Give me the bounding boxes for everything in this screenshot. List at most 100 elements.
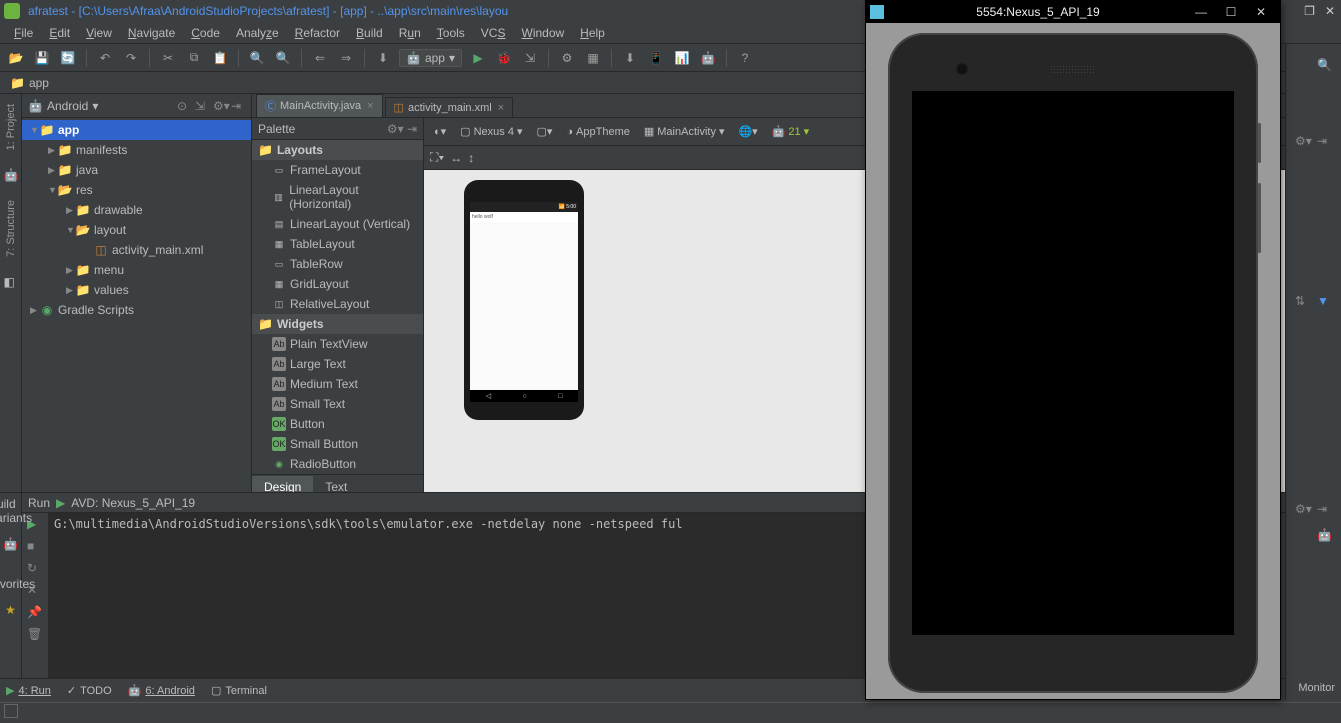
stop-icon[interactable]: ■	[27, 539, 43, 555]
hide-icon[interactable]: ⇥	[407, 122, 417, 136]
activity-selector[interactable]: ▦ MainActivity▾	[640, 123, 729, 140]
palette-category-widgets[interactable]: 📁Widgets	[252, 314, 423, 334]
close-icon[interactable]: ×	[498, 102, 504, 114]
breadcrumb-item[interactable]: 📁 app	[6, 76, 53, 90]
device-selector[interactable]: ▢ Nexus 4▾	[456, 123, 526, 140]
tab-build-variants[interactable]: Build Variants	[0, 497, 32, 525]
funnel-icon[interactable]: ▼	[1317, 294, 1333, 310]
menu-analyze[interactable]: Analyze	[230, 24, 285, 42]
menu-code[interactable]: Code	[185, 24, 226, 42]
menu-file[interactable]: File	[8, 24, 39, 42]
paste-icon[interactable]: 📋	[210, 48, 230, 68]
tab-todo[interactable]: ✓TODO	[67, 684, 112, 697]
minimize-icon[interactable]: —	[1186, 5, 1216, 19]
run-icon[interactable]: ▶	[468, 48, 488, 68]
tree-node-app[interactable]: ▼📁app	[22, 120, 251, 140]
undo-icon[interactable]: ↶	[95, 48, 115, 68]
highlight-icon[interactable]: ◐▾	[430, 123, 450, 140]
palette-item-radiobutton[interactable]: ◉RadioButton	[252, 454, 423, 474]
structure-icon[interactable]: ◧	[4, 275, 18, 289]
debug-icon[interactable]: 🐞	[494, 48, 514, 68]
palette-item-mediumtext[interactable]: AbMedium Text	[252, 374, 423, 394]
gear-icon[interactable]: ⚙▾	[1295, 502, 1311, 518]
tree-node-manifests[interactable]: ▶📁manifests	[22, 140, 251, 160]
find-icon[interactable]: 🔍	[247, 48, 267, 68]
palette-item-textview[interactable]: AbPlain TextView	[252, 334, 423, 354]
palette-item-gridlayout[interactable]: ▦GridLayout	[252, 274, 423, 294]
scroll-from-source-icon[interactable]: ⊙	[177, 99, 191, 113]
tree-node-res[interactable]: ▼📂res	[22, 180, 251, 200]
tree-node-activity-main[interactable]: ◫activity_main.xml	[22, 240, 251, 260]
menu-build[interactable]: Build	[350, 24, 389, 42]
play-icon[interactable]: ▶	[56, 496, 65, 510]
palette-item-tablerow[interactable]: ▭TableRow	[252, 254, 423, 274]
emulator-titlebar[interactable]: 5554:Nexus_5_API_19 — ☐ ✕	[866, 1, 1280, 23]
tree-node-menu[interactable]: ▶📁menu	[22, 260, 251, 280]
star-icon[interactable]: ★	[5, 603, 16, 617]
menu-view[interactable]: View	[80, 24, 118, 42]
filter-icon[interactable]: ⇅	[1295, 294, 1311, 310]
close-icon[interactable]: ✕	[1325, 4, 1335, 18]
redo-icon[interactable]: ↷	[121, 48, 141, 68]
close-icon[interactable]: ✕	[1246, 5, 1276, 19]
menu-run[interactable]: Run	[393, 24, 427, 42]
menu-refactor[interactable]: Refactor	[289, 24, 346, 42]
emulator-screen[interactable]	[912, 91, 1234, 635]
tab-android[interactable]: 🤖6: Android	[128, 684, 195, 697]
close-icon[interactable]: ×	[367, 100, 373, 112]
tab-monitor[interactable]: Monitor	[1298, 682, 1335, 694]
wrap-height-icon[interactable]: ↕	[468, 151, 474, 165]
tab-mainactivity[interactable]: Ⓒ MainActivity.java ×	[256, 94, 383, 117]
menu-navigate[interactable]: Navigate	[122, 24, 181, 42]
forward-icon[interactable]: ⇒	[336, 48, 356, 68]
palette-item-linearlayout-h[interactable]: ▥LinearLayout (Horizontal)	[252, 180, 423, 214]
palette-item-smalltext[interactable]: AbSmall Text	[252, 394, 423, 414]
gear-icon[interactable]: ⚙▾	[213, 99, 227, 113]
monitor-icon[interactable]: 📊	[672, 48, 692, 68]
hide-icon[interactable]: ⇥	[231, 99, 245, 113]
copy-icon[interactable]: ⧉	[184, 48, 204, 68]
orientation-icon[interactable]: ▢▾	[532, 123, 556, 140]
menu-tools[interactable]: Tools	[431, 24, 471, 42]
gear-icon[interactable]: ⚙▾	[387, 122, 404, 136]
emulator-window[interactable]: 5554:Nexus_5_API_19 — ☐ ✕	[865, 0, 1281, 700]
structure-icon[interactable]: ▦	[583, 48, 603, 68]
avd-icon[interactable]: 📱	[646, 48, 666, 68]
tab-terminal[interactable]: ▢Terminal	[211, 684, 267, 697]
maximize-icon[interactable]: ☐	[1216, 5, 1246, 19]
palette-item-button[interactable]: OKButton	[252, 414, 423, 434]
locale-icon[interactable]: 🌐▾	[734, 123, 761, 140]
replace-icon[interactable]: 🔍	[273, 48, 293, 68]
api-selector[interactable]: 🤖21▾	[768, 123, 813, 140]
android-icon[interactable]: 🤖	[1317, 528, 1333, 544]
volume-button[interactable]	[1258, 183, 1261, 253]
project-scope-selector[interactable]: Android ▾	[47, 99, 98, 113]
open-icon[interactable]: 📂	[6, 48, 26, 68]
palette-item-relativelayout[interactable]: ◫RelativeLayout	[252, 294, 423, 314]
power-button[interactable]	[1258, 123, 1261, 163]
theme-selector[interactable]: ◑ AppTheme	[562, 124, 633, 140]
hide-icon[interactable]: ⇥	[1317, 134, 1333, 150]
palette-category-layouts[interactable]: 📁Layouts	[252, 140, 423, 160]
collapse-icon[interactable]: ⇲	[195, 99, 209, 113]
menu-edit[interactable]: Edit	[43, 24, 76, 42]
tab-run[interactable]: ▶4: Run	[6, 684, 51, 697]
android-icon[interactable]: 🤖	[4, 168, 18, 182]
settings-icon[interactable]: ⚙	[557, 48, 577, 68]
palette-item-framelayout[interactable]: ▭FrameLayout	[252, 160, 423, 180]
attach-icon[interactable]: ⇲	[520, 48, 540, 68]
pin-icon[interactable]: 📌	[27, 605, 43, 621]
android-icon[interactable]: 🤖	[698, 48, 718, 68]
palette-item-linearlayout-v[interactable]: ▤LinearLayout (Vertical)	[252, 214, 423, 234]
run-config-selector[interactable]: 🤖 app ▾	[399, 49, 462, 67]
tree-node-drawable[interactable]: ▶📁drawable	[22, 200, 251, 220]
statusbar-icon[interactable]	[4, 704, 18, 718]
search-icon[interactable]: 🔍	[1317, 58, 1333, 74]
trash-icon[interactable]: 🗑	[27, 627, 43, 643]
cut-icon[interactable]: ✂	[158, 48, 178, 68]
menu-window[interactable]: Window	[515, 24, 570, 42]
android-icon[interactable]: 🤖	[3, 537, 18, 551]
help-icon[interactable]: ?	[735, 48, 755, 68]
hide-icon[interactable]: ⇥	[1317, 502, 1333, 518]
palette-list[interactable]: 📁Layouts ▭FrameLayout ▥LinearLayout (Hor…	[252, 140, 423, 474]
